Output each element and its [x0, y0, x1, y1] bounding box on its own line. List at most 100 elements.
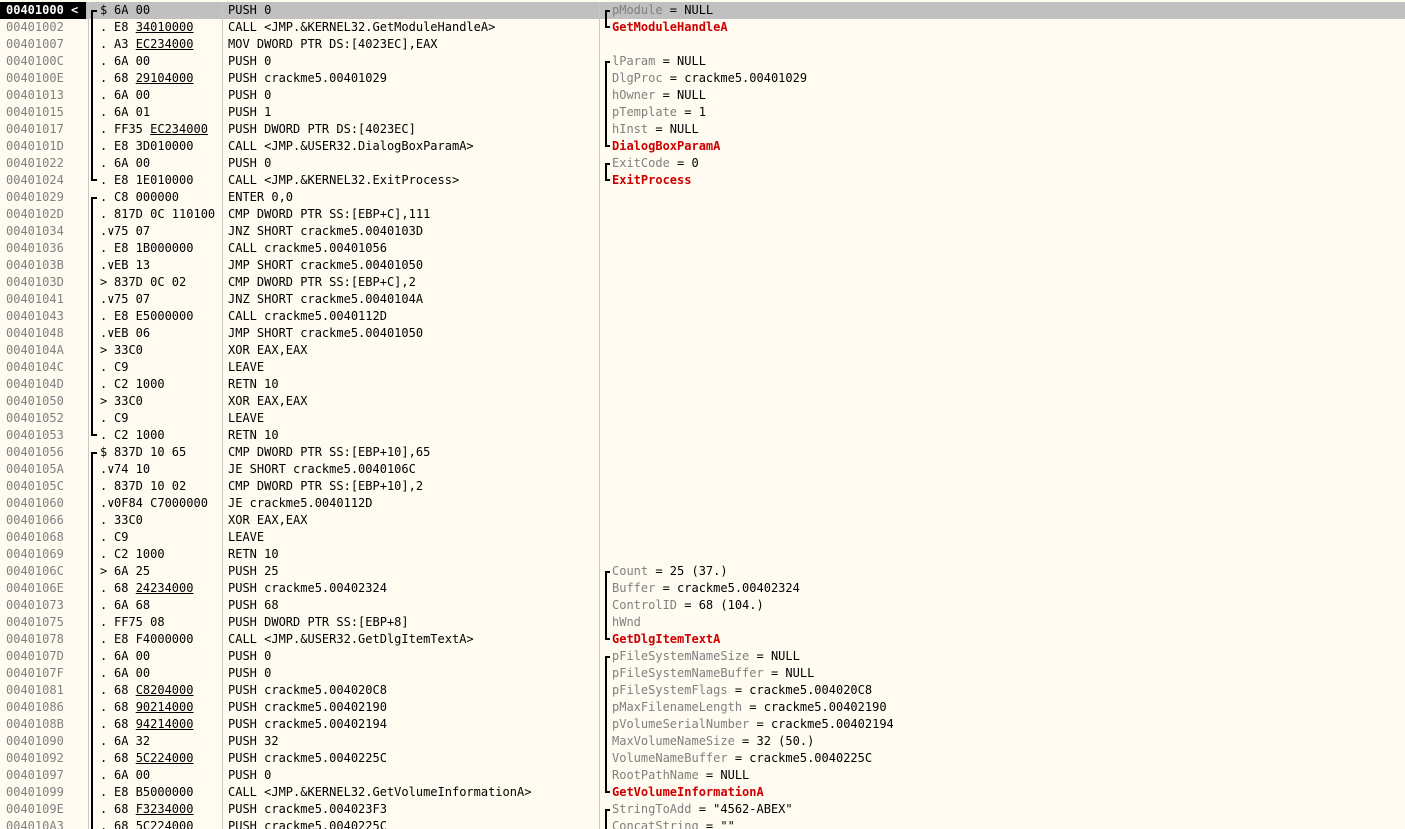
address-cell[interactable]: 0040106E: [0, 580, 86, 597]
address-cell[interactable]: 00401002: [0, 19, 86, 36]
disasm-row[interactable]: 00401024. E8 1E010000 CALL <JMP.&KERNEL32.…: [0, 172, 1405, 189]
disassembly-cell[interactable]: CALL <JMP.&KERNEL32.ExitProcess>: [228, 172, 598, 189]
address-cell[interactable]: 00401066: [0, 512, 86, 529]
disassembly-cell[interactable]: PUSH 0: [228, 665, 598, 682]
disassembly-cell[interactable]: ENTER 0,0: [228, 189, 598, 206]
disassembly-cell[interactable]: JMP SHORT crackme5.00401050: [228, 257, 598, 274]
address-cell[interactable]: 00401068: [0, 529, 86, 546]
disassembly-cell[interactable]: PUSH crackme5.00401029: [228, 70, 598, 87]
disasm-row[interactable]: 00401053. C2 1000 RETN 10: [0, 427, 1405, 444]
disasm-row[interactable]: 0040104C. C9 LEAVE: [0, 359, 1405, 376]
address-cell[interactable]: 00401000 <: [0, 2, 86, 19]
disassembly-cell[interactable]: PUSH DWORD PTR SS:[EBP+8]: [228, 614, 598, 631]
disasm-row[interactable]: 0040107F. 6A 00 PUSH 0 pFileSystemNameBuffe…: [0, 665, 1405, 682]
address-cell[interactable]: 00401052: [0, 410, 86, 427]
address-cell[interactable]: 0040104D: [0, 376, 86, 393]
address-cell[interactable]: 00401017: [0, 121, 86, 138]
disassembly-cell[interactable]: PUSH crackme5.00402194: [228, 716, 598, 733]
address-cell[interactable]: 0040107D: [0, 648, 86, 665]
disassembly-cell[interactable]: PUSH crackme5.004020C8: [228, 682, 598, 699]
address-cell[interactable]: 0040102D: [0, 206, 86, 223]
disasm-row[interactable]: 00401086. 68 90214000 PUSH crackme5.004021…: [0, 699, 1405, 716]
address-cell[interactable]: 0040104C: [0, 359, 86, 376]
address-cell[interactable]: 00401013: [0, 87, 86, 104]
disassembly-cell[interactable]: JNZ SHORT crackme5.0040104A: [228, 291, 598, 308]
address-cell[interactable]: 0040100C: [0, 53, 86, 70]
disasm-row[interactable]: 00401029. C8 000000 ENTER 0,0: [0, 189, 1405, 206]
disasm-row[interactable]: 00401022. 6A 00 PUSH 0 ExitCode = 0: [0, 155, 1405, 172]
disassembly-cell[interactable]: PUSH 0: [228, 53, 598, 70]
disassembly-cell[interactable]: PUSH 32: [228, 733, 598, 750]
address-cell[interactable]: 0040104A: [0, 342, 86, 359]
disassembly-cell[interactable]: JMP SHORT crackme5.00401050: [228, 325, 598, 342]
disasm-row[interactable]: 00401081. 68 C8204000 PUSH crackme5.004020…: [0, 682, 1405, 699]
disasm-row[interactable]: 00401073. 6A 68 PUSH 68 ControlID = 68 (104…: [0, 597, 1405, 614]
address-cell[interactable]: 00401034: [0, 223, 86, 240]
disasm-row[interactable]: 0040101D. E8 3D010000 CALL <JMP.&USER32.Di…: [0, 138, 1405, 155]
disasm-row[interactable]: 00401036. E8 1B000000 CALL crackme5.004010…: [0, 240, 1405, 257]
disassembly-cell[interactable]: JE crackme5.0040112D: [228, 495, 598, 512]
disasm-row[interactable]: 0040104A >33C0 XOR EAX,EAX: [0, 342, 1405, 359]
disasm-row[interactable]: 0040106C >6A 25 PUSH 25 Count = 25 (37.): [0, 563, 1405, 580]
address-cell[interactable]: 0040103D: [0, 274, 86, 291]
disasm-row[interactable]: 00401056 $837D 10 65 CMP DWORD PTR SS:[EBP…: [0, 444, 1405, 461]
disassembly-cell[interactable]: CALL crackme5.0040112D: [228, 308, 598, 325]
address-cell[interactable]: 004010A3: [0, 818, 86, 829]
address-cell[interactable]: 00401092: [0, 750, 86, 767]
disasm-row[interactable]: 00401041 .∨ 75 07 JNZ SHORT crackme5.004010…: [0, 291, 1405, 308]
address-cell[interactable]: 0040107F: [0, 665, 86, 682]
disassembly-cell[interactable]: CALL <JMP.&KERNEL32.GetVolumeInformation…: [228, 784, 598, 801]
disassembly-cell[interactable]: PUSH 68: [228, 597, 598, 614]
disasm-row[interactable]: 0040100E. 68 29104000 PUSH crackme5.004010…: [0, 70, 1405, 87]
disassembly-cell[interactable]: LEAVE: [228, 529, 598, 546]
address-cell[interactable]: 0040105A: [0, 461, 86, 478]
disasm-row[interactable]: 0040107D. 6A 00 PUSH 0 pFileSystemNameSize …: [0, 648, 1405, 665]
disasm-row[interactable]: 0040109E. 68 F3234000 PUSH crackme5.004023…: [0, 801, 1405, 818]
address-cell[interactable]: 00401015: [0, 104, 86, 121]
address-cell[interactable]: 00401022: [0, 155, 86, 172]
address-cell[interactable]: 00401075: [0, 614, 86, 631]
disassembly-cell[interactable]: LEAVE: [228, 410, 598, 427]
disassembly-cell[interactable]: PUSH 25: [228, 563, 598, 580]
address-cell[interactable]: 00401090: [0, 733, 86, 750]
disasm-row[interactable]: 0040102D. 817D 0C 110100 CMP DWORD PTR SS:…: [0, 206, 1405, 223]
disasm-row[interactable]: 0040103D >837D 0C 02 CMP DWORD PTR SS:[EBP…: [0, 274, 1405, 291]
address-cell[interactable]: 00401099: [0, 784, 86, 801]
disassembly-cell[interactable]: PUSH 0: [228, 2, 598, 19]
disassembly-cell[interactable]: PUSH DWORD PTR DS:[4023EC]: [228, 121, 598, 138]
disassembly-cell[interactable]: XOR EAX,EAX: [228, 393, 598, 410]
disasm-row[interactable]: 0040100C. 6A 00 PUSH 0 lParam = NULL: [0, 53, 1405, 70]
disassembly-cell[interactable]: PUSH 0: [228, 87, 598, 104]
disasm-row[interactable]: 0040105C. 837D 10 02 CMP DWORD PTR SS:[EBP…: [0, 478, 1405, 495]
address-cell[interactable]: 00401050: [0, 393, 86, 410]
address-cell[interactable]: 00401078: [0, 631, 86, 648]
disasm-row[interactable]: 0040105A .∨ 74 10 JE SHORT crackme5.0040106…: [0, 461, 1405, 478]
disassembly-pane[interactable]: 00401000 < $6A 00 PUSH 0 pModule = NULL 0040…: [0, 2, 1405, 829]
disassembly-cell[interactable]: CALL <JMP.&USER32.GetDlgItemTextA>: [228, 631, 598, 648]
disassembly-cell[interactable]: JE SHORT crackme5.0040106C: [228, 461, 598, 478]
disassembly-cell[interactable]: JNZ SHORT crackme5.0040103D: [228, 223, 598, 240]
address-cell[interactable]: 00401007: [0, 36, 86, 53]
disasm-row[interactable]: 00401048 .∨ EB 06 JMP SHORT crackme5.004010…: [0, 325, 1405, 342]
disasm-row[interactable]: 00401090. 6A 32 PUSH 32 MaxVolumeNameSize =…: [0, 733, 1405, 750]
disassembly-cell[interactable]: PUSH 1: [228, 104, 598, 121]
disasm-row[interactable]: 00401075. FF75 08 PUSH DWORD PTR SS:[EBP+8…: [0, 614, 1405, 631]
disasm-row[interactable]: 00401013. 6A 00 PUSH 0 hOwner = NULL: [0, 87, 1405, 104]
disasm-row[interactable]: 0040103B .∨ EB 13 JMP SHORT crackme5.004010…: [0, 257, 1405, 274]
disasm-row[interactable]: 00401097. 6A 00 PUSH 0 RootPathName = NULL: [0, 767, 1405, 784]
disasm-row[interactable]: 00401017. FF35 EC234000 PUSH DWORD PTR DS:…: [0, 121, 1405, 138]
disassembly-cell[interactable]: RETN 10: [228, 376, 598, 393]
address-cell[interactable]: 00401060: [0, 495, 86, 512]
disassembly-cell[interactable]: PUSH 0: [228, 767, 598, 784]
disasm-row[interactable]: 0040104D. C2 1000 RETN 10: [0, 376, 1405, 393]
address-cell[interactable]: 00401036: [0, 240, 86, 257]
disasm-row[interactable]: 00401002. E8 34010000 CALL <JMP.&KERNEL32.…: [0, 19, 1405, 36]
disassembly-cell[interactable]: CMP DWORD PTR SS:[EBP+C],111: [228, 206, 598, 223]
disassembly-cell[interactable]: PUSH crackme5.00402324: [228, 580, 598, 597]
disasm-row[interactable]: 00401015. 6A 01 PUSH 1 pTemplate = 1: [0, 104, 1405, 121]
address-cell[interactable]: 0040101D: [0, 138, 86, 155]
disassembly-cell[interactable]: PUSH crackme5.0040225C: [228, 818, 598, 829]
disassembly-cell[interactable]: XOR EAX,EAX: [228, 512, 598, 529]
disassembly-cell[interactable]: PUSH 0: [228, 648, 598, 665]
address-cell[interactable]: 00401029: [0, 189, 86, 206]
